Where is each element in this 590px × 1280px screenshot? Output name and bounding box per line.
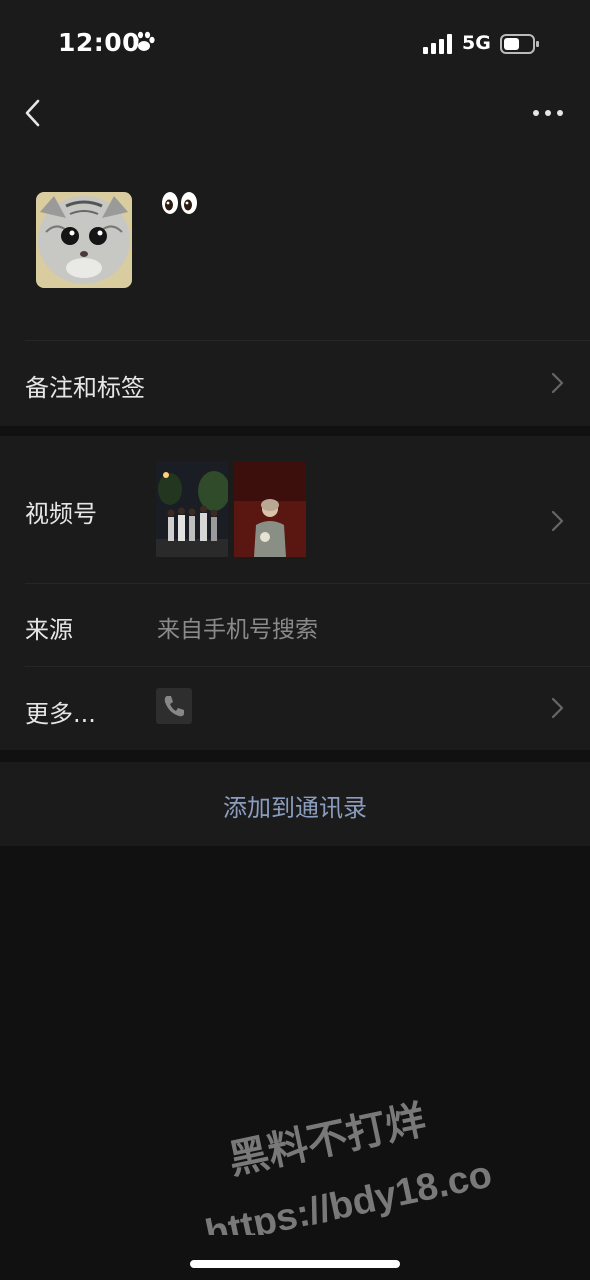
- status-time: 12:00: [58, 28, 141, 57]
- add-to-contacts-label: 添加到通讯录: [223, 794, 367, 822]
- cat-avatar-image: [36, 192, 132, 288]
- divider: [25, 666, 590, 667]
- remark-tags-label: 备注和标签: [25, 374, 145, 402]
- more-label: 更多...: [25, 700, 96, 728]
- more-dots-icon[interactable]: [528, 100, 568, 126]
- divider: [25, 340, 590, 341]
- nickname: [160, 188, 200, 218]
- add-to-contacts-button[interactable]: 添加到通讯录: [0, 762, 590, 846]
- watermark-line1: 黑料不打烊: [225, 1098, 430, 1183]
- chevron-right-icon: [551, 372, 564, 394]
- stage-performer-image: [234, 461, 306, 557]
- watermark: 黑料不打烊 https://bdy18.co: [202, 1098, 496, 1235]
- channel-thumbnail[interactable]: [234, 461, 306, 557]
- night-street-image: [156, 461, 228, 557]
- phone-icon-box: [156, 688, 192, 724]
- eyes-emoji-icon: [162, 192, 197, 214]
- signal-icon: [423, 34, 452, 54]
- back-chevron-icon[interactable]: [18, 96, 52, 130]
- chevron-right-icon: [551, 510, 564, 532]
- home-indicator: [190, 1260, 400, 1268]
- paw-icon: [133, 31, 155, 51]
- battery-icon: [500, 34, 539, 54]
- channel-thumbnail[interactable]: [156, 461, 228, 557]
- channels-label: 视频号: [25, 500, 97, 528]
- divider: [25, 583, 590, 584]
- status-bar: 12:00 5G: [0, 0, 590, 88]
- remark-tags-row[interactable]: 备注和标签: [0, 340, 590, 426]
- chevron-right-icon: [551, 697, 564, 719]
- source-value: 来自手机号搜索: [157, 617, 318, 643]
- network-type: 5G: [462, 32, 491, 54]
- phone-icon: [164, 696, 184, 717]
- avatar[interactable]: [36, 192, 132, 288]
- source-label: 来源: [25, 616, 73, 644]
